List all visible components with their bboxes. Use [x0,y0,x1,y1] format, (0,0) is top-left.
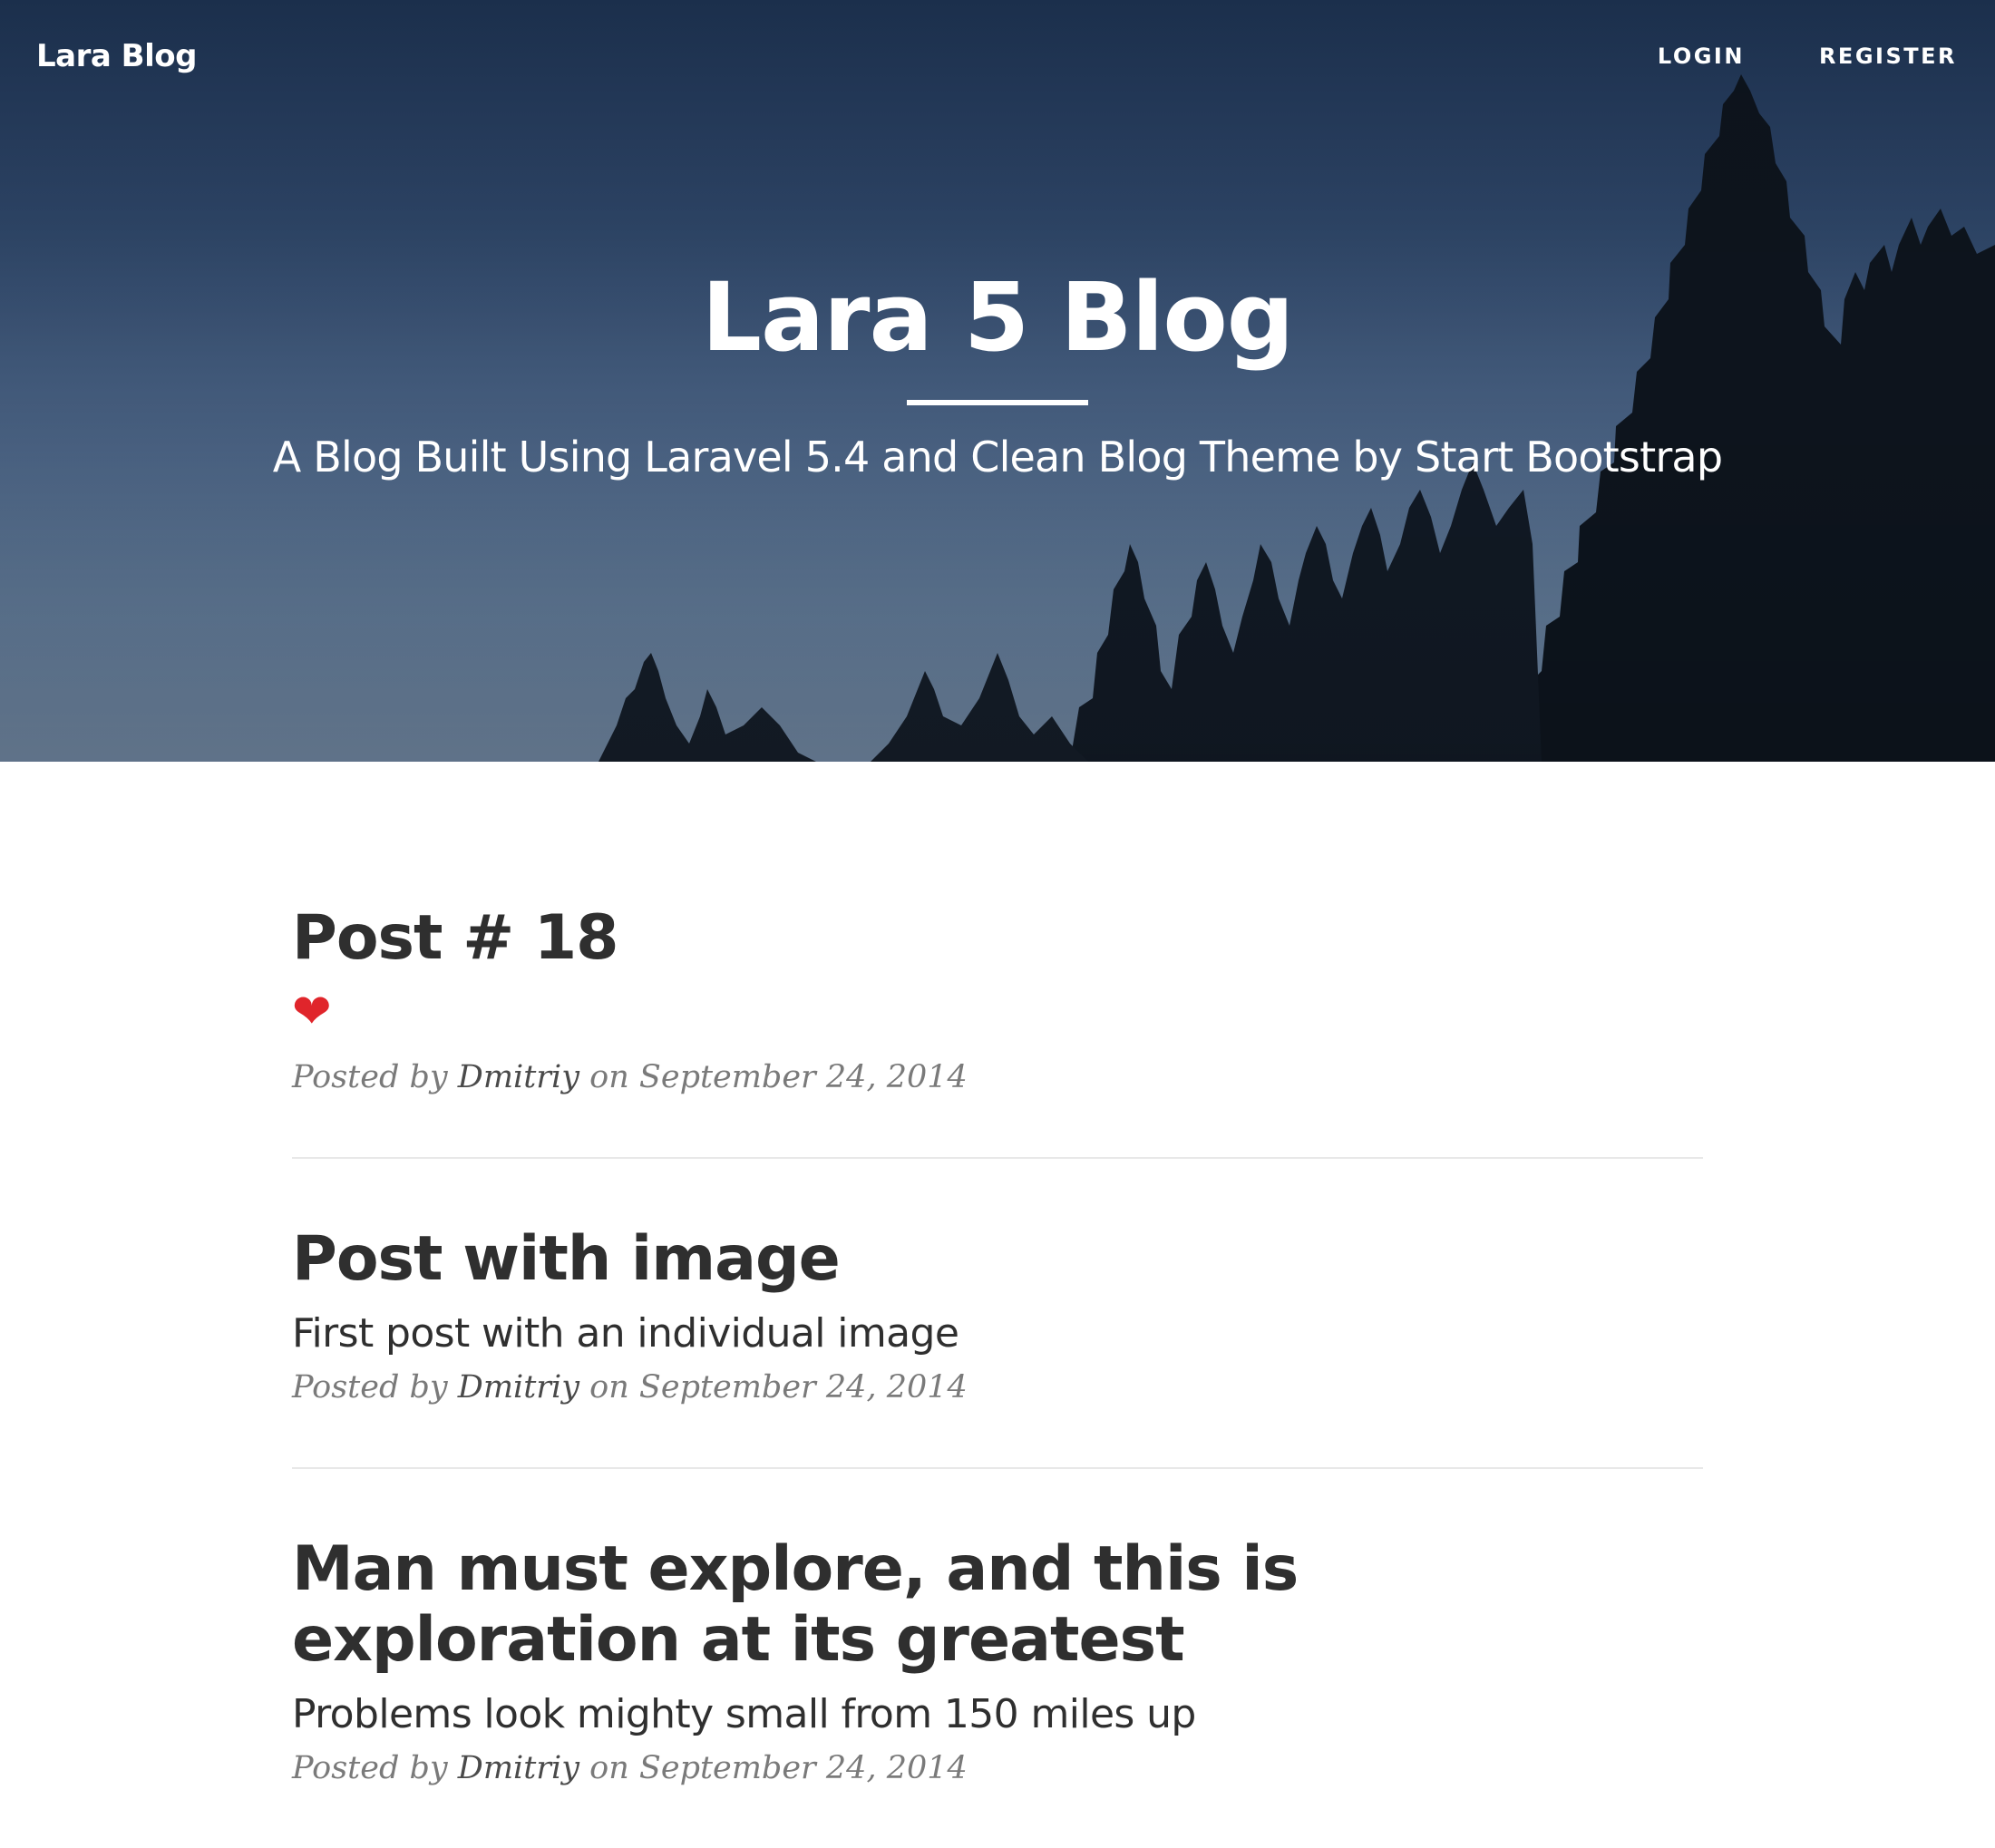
brand-link[interactable]: Lara Blog [36,38,197,74]
meta-mid: on [579,1369,639,1406]
top-navbar: Lara Blog LOGIN REGISTER [0,0,1995,112]
author-link[interactable]: Dmitriy [458,1369,579,1405]
post-title-link[interactable]: Post with image [292,1223,1703,1295]
post-date: September 24, 2014 [638,1058,968,1095]
post-title-link[interactable]: Post # 18 [292,903,1703,974]
meta-prefix: Posted by [292,1369,458,1406]
meta-prefix: Posted by [292,1058,458,1095]
post-preview: Post with image First post with an indiv… [292,1159,1703,1470]
nav-links: LOGIN REGISTER [1658,44,1957,69]
author-link[interactable]: Dmitriy [458,1750,579,1786]
post-subtitle[interactable]: Problems look mighty small from 150 mile… [292,1691,1703,1737]
hero-header: Lara Blog LOGIN REGISTER Lara 5 Blog A B… [0,0,1995,762]
register-link[interactable]: REGISTER [1819,44,1957,69]
post-meta: Posted by Dmitriy on September 24, 2014 [292,1369,1703,1405]
post-subtitle[interactable]: First post with an individual image [292,1310,1703,1357]
heart-icon: ❤ [292,985,332,1038]
post-date: September 24, 2014 [638,1750,968,1787]
login-link[interactable]: LOGIN [1658,44,1745,69]
meta-prefix: Posted by [292,1750,458,1787]
post-preview: Post # 18 ❤ Posted by Dmitriy on Septemb… [292,762,1703,1159]
meta-mid: on [579,1058,639,1095]
post-date: September 24, 2014 [638,1369,968,1406]
hero-heading: Lara 5 Blog A Blog Built Using Laravel 5… [0,262,1995,482]
post-meta: Posted by Dmitriy on September 24, 2014 [292,1750,1703,1786]
site-title: Lara 5 Blog [701,262,1295,373]
site-subtitle: A Blog Built Using Laravel 5.4 and Clean… [272,433,1723,482]
post-title-link[interactable]: Man must explore, and this is exploratio… [292,1534,1703,1675]
author-link[interactable]: Dmitriy [458,1059,579,1095]
title-divider [907,400,1088,406]
post-preview: Man must explore, and this is exploratio… [292,1469,1703,1848]
meta-mid: on [579,1750,639,1787]
post-list: Post # 18 ❤ Posted by Dmitriy on Septemb… [292,762,1703,1848]
post-meta: Posted by Dmitriy on September 24, 2014 [292,1059,1703,1095]
